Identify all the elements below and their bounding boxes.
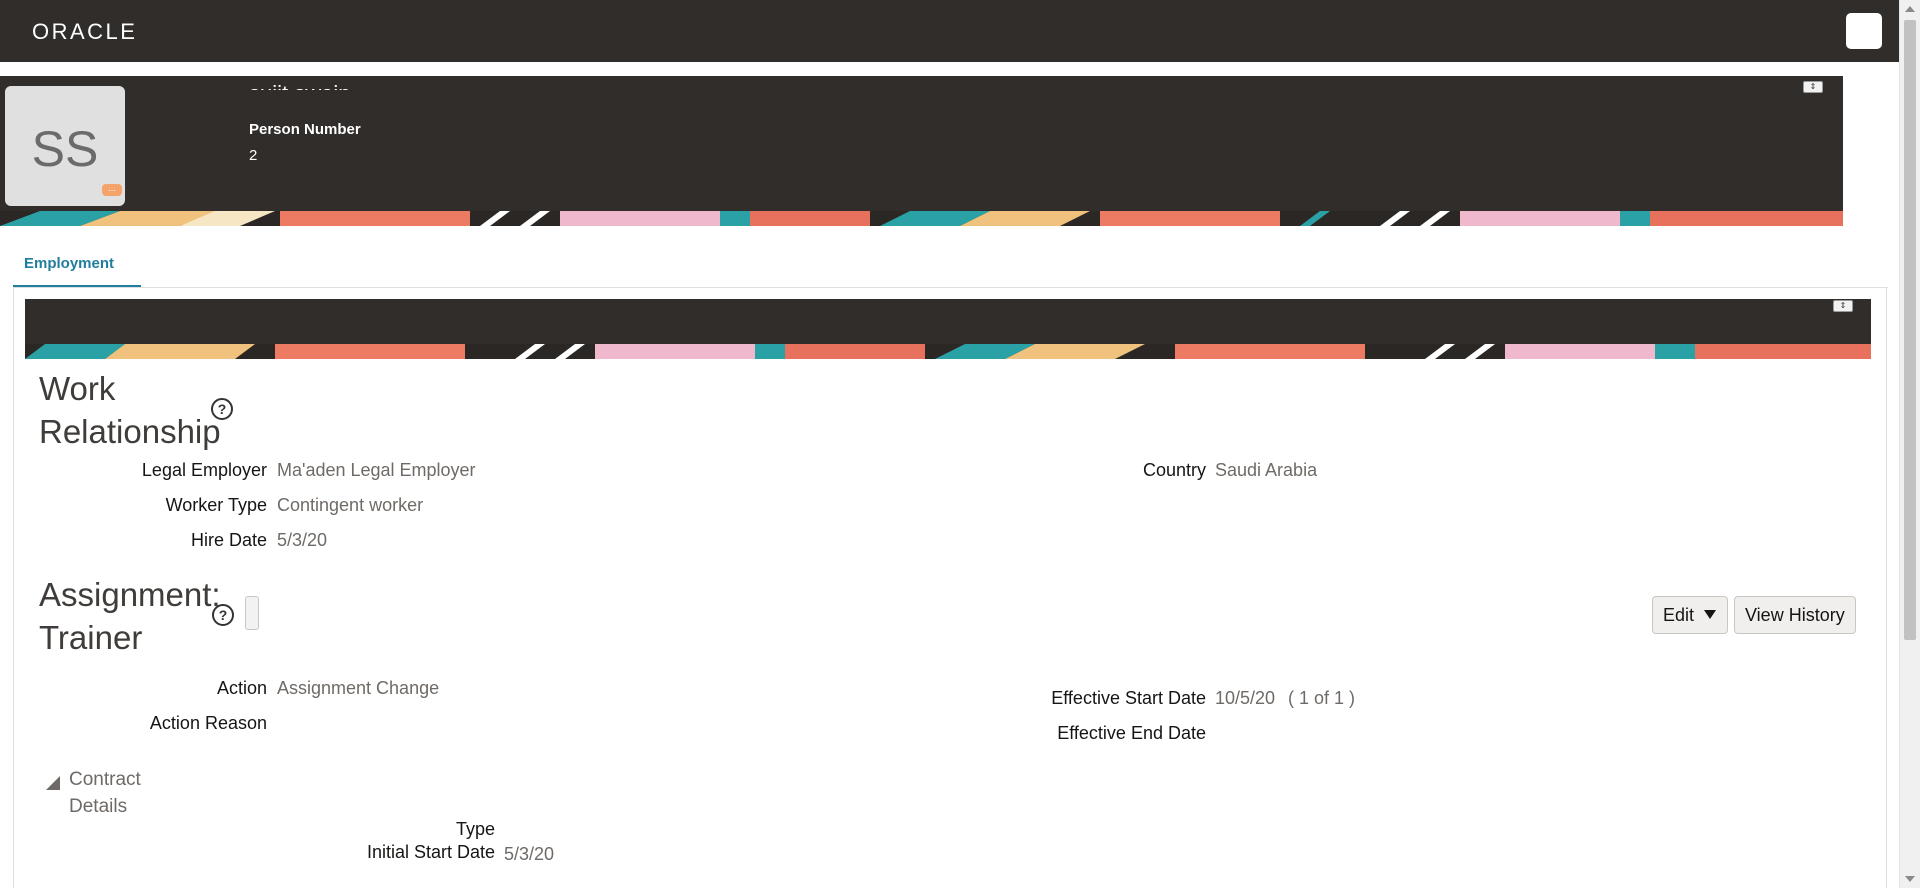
global-header: ORACLE: [0, 0, 1900, 62]
employment-banner: [25, 299, 1871, 359]
record-position: ( 1 of 1 ): [1288, 688, 1356, 708]
view-history-button[interactable]: View History: [1734, 596, 1856, 634]
contract-type-label: Type: [455, 819, 495, 839]
help-icon[interactable]: ?: [212, 604, 234, 626]
country-label: Country: [1142, 460, 1206, 480]
person-number-label: Person Number: [249, 121, 361, 138]
worker-type-value: Contingent worker: [277, 495, 424, 515]
assignment-title: Assignment: Trainer: [39, 576, 221, 656]
initial-start-date-value: 5/3/20: [504, 844, 555, 864]
employment-panel: [13, 288, 1887, 888]
effective-end-date-label: Effective End Date: [1057, 723, 1206, 743]
scroll-down-icon[interactable]: [1905, 876, 1915, 882]
effective-start-date-label: Effective Start Date: [1051, 688, 1206, 708]
help-icon[interactable]: ?: [211, 398, 233, 420]
work-relationship-title: Work Relationship: [39, 370, 221, 450]
disclosure-triangle-icon[interactable]: [46, 776, 60, 790]
decorative-pattern: [25, 344, 1871, 359]
action-reason-label: Action Reason: [149, 713, 267, 733]
effective-start-date-value: 10/5/20: [1215, 688, 1276, 708]
contract-details-title[interactable]: Contract Details: [69, 766, 159, 820]
avatar-initials: SS: [31, 121, 99, 177]
collapse-section-icon[interactable]: ⇕: [1833, 300, 1853, 312]
more-options-icon[interactable]: ...: [102, 184, 122, 196]
action-label: Action: [216, 678, 267, 698]
person-number-value: 2: [249, 147, 258, 164]
svg-text:ORACLE: ORACLE: [32, 19, 137, 43]
page-scrollbar[interactable]: [1899, 0, 1920, 888]
person-header-banner: [0, 76, 1843, 226]
scrollbar-thumb[interactable]: [1904, 20, 1916, 640]
collapse-header-icon[interactable]: ⇕: [1803, 81, 1823, 93]
person-name: sujit swain: [249, 76, 350, 90]
worker-type-label: Worker Type: [165, 495, 267, 515]
decorative-pattern: [0, 211, 1843, 226]
action-value: Assignment Change: [277, 678, 440, 698]
oracle-logo[interactable]: ORACLE: [32, 19, 158, 43]
country-value: Saudi Arabia: [1215, 460, 1318, 480]
assignment-menu-button[interactable]: [245, 596, 259, 630]
tab-employment[interactable]: Employment: [13, 252, 141, 288]
avatar[interactable]: SS ...: [5, 86, 125, 206]
hire-date-value: 5/3/20: [277, 530, 328, 550]
user-menu-icon[interactable]: [1846, 13, 1882, 49]
dropdown-arrow-icon: [1704, 609, 1717, 619]
initial-start-date-label: Initial Start Date: [366, 842, 495, 862]
hire-date-label: Hire Date: [190, 530, 267, 550]
legal-employer-value: Ma'aden Legal Employer: [277, 460, 476, 480]
scroll-up-icon[interactable]: [1905, 6, 1915, 12]
edit-button[interactable]: Edit: [1652, 596, 1728, 634]
legal-employer-label: Legal Employer: [141, 460, 267, 480]
